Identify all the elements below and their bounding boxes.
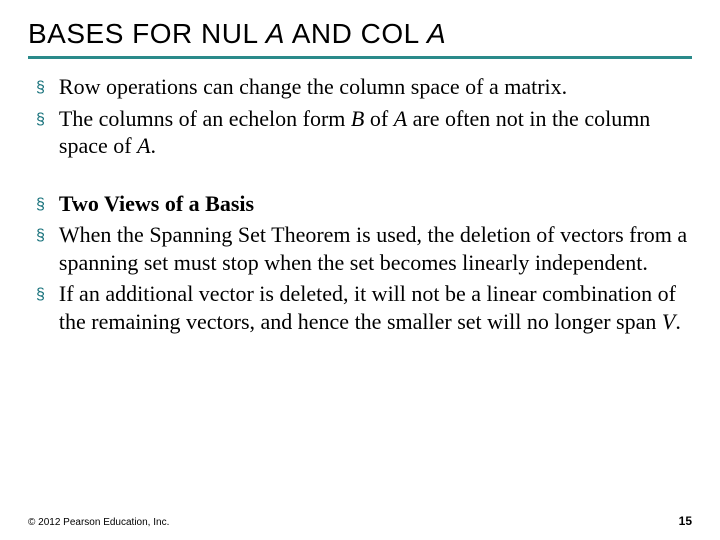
title-mid: AND COL <box>285 18 427 49</box>
footer: © 2012 Pearson Education, Inc. 15 <box>28 514 692 528</box>
bullet-list-bottom: § Two Views of a Basis § When the Spanni… <box>28 190 692 336</box>
list-item: § If an additional vector is deleted, it… <box>36 280 692 335</box>
list-item: § Row operations can change the column s… <box>36 73 692 101</box>
bullet-text: Two Views of a Basis <box>59 190 692 218</box>
title-pre: BASES FOR NUL <box>28 18 266 49</box>
bullet-text: The columns of an echelon form B of A ar… <box>59 105 692 160</box>
bullet-marker-icon: § <box>36 195 45 215</box>
bullet-marker-icon: § <box>36 110 45 130</box>
copyright-text: © 2012 Pearson Education, Inc. <box>28 517 169 528</box>
bullet-text: Row operations can change the column spa… <box>59 73 692 101</box>
bullet-text: When the Spanning Set Theorem is used, t… <box>59 221 692 276</box>
bullet-text: If an additional vector is deleted, it w… <box>59 280 692 335</box>
bullet-marker-icon: § <box>36 78 45 98</box>
bullet-marker-icon: § <box>36 226 45 246</box>
bullet-marker-icon: § <box>36 285 45 305</box>
list-item: § When the Spanning Set Theorem is used,… <box>36 221 692 276</box>
title-a1: A <box>266 18 285 49</box>
page-number: 15 <box>679 514 692 528</box>
list-item: § The columns of an echelon form B of A … <box>36 105 692 160</box>
title-a2: A <box>427 18 446 49</box>
slide-title: BASES FOR NUL A AND COL A <box>28 18 692 59</box>
bullet-list-top: § Row operations can change the column s… <box>28 73 692 160</box>
spacer <box>28 164 692 190</box>
list-item: § Two Views of a Basis <box>36 190 692 218</box>
